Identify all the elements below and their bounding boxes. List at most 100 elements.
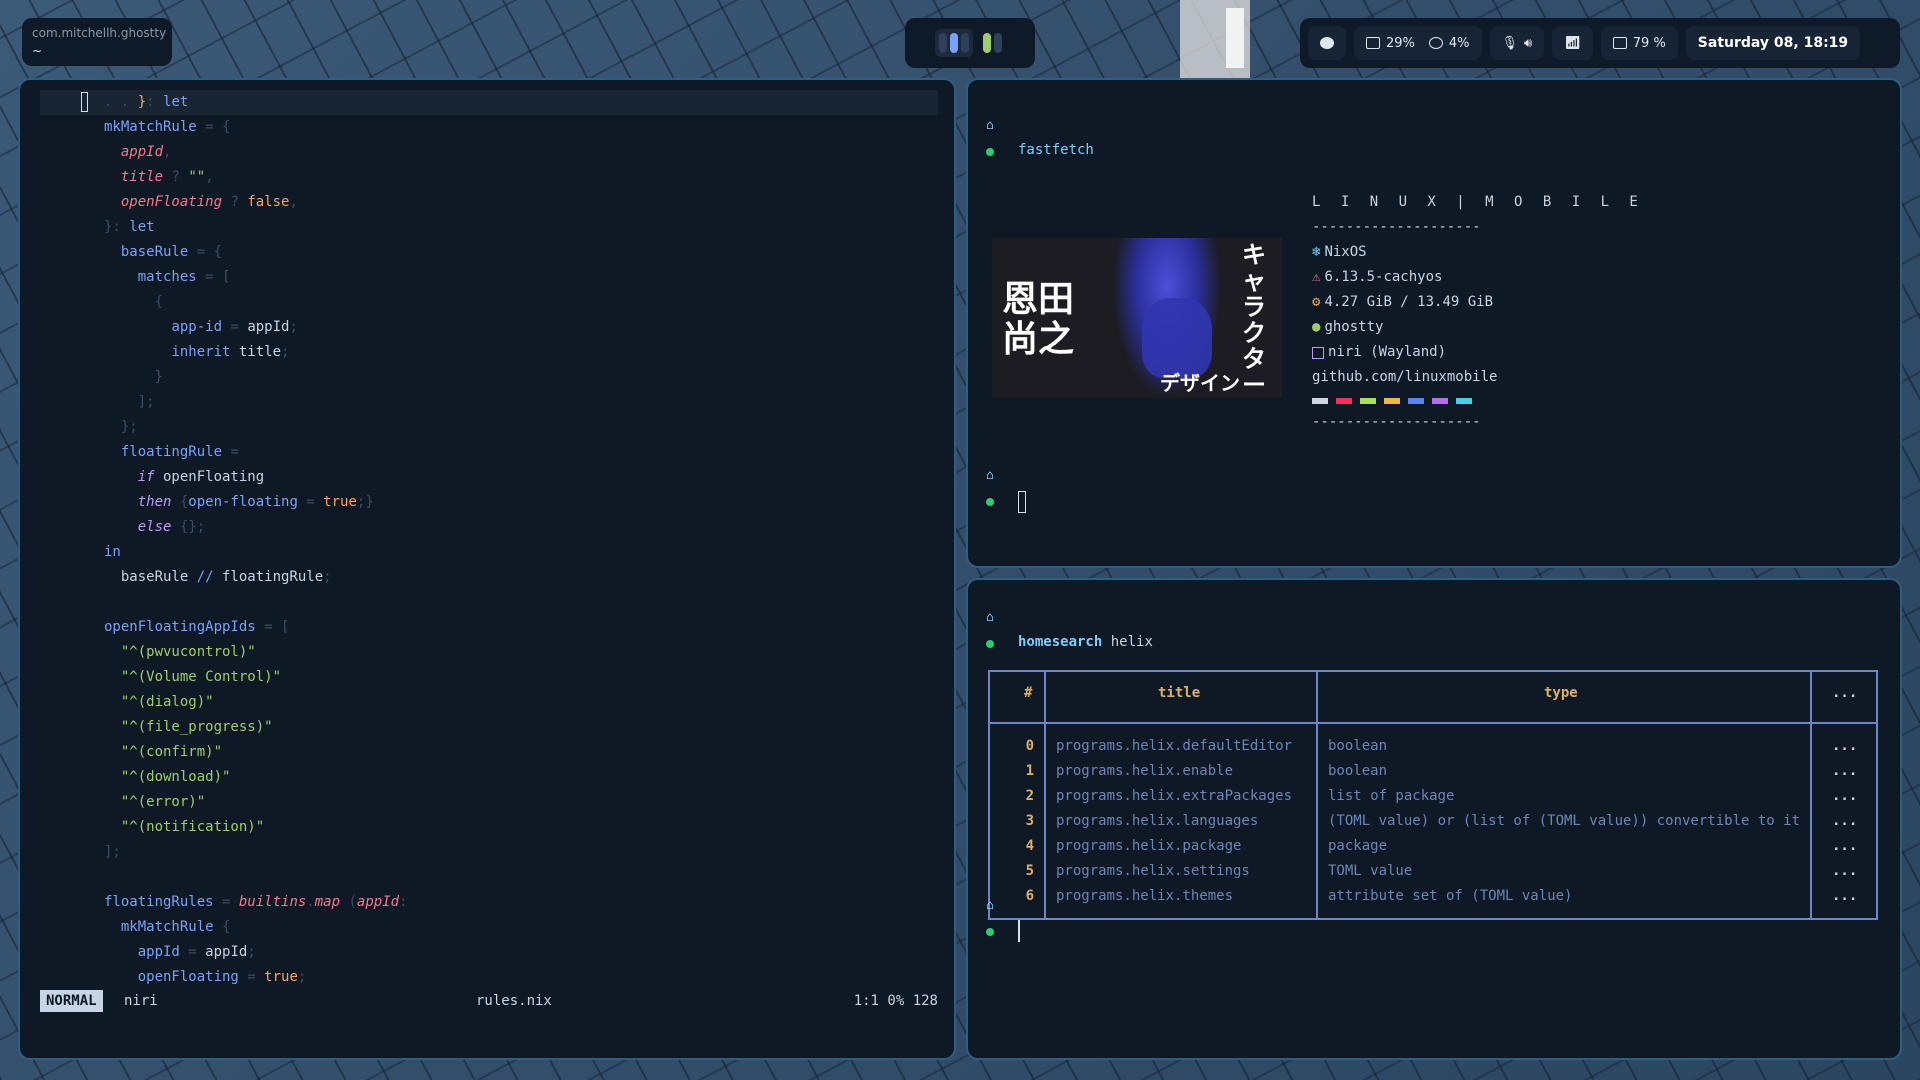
code-token: false <box>247 194 290 210</box>
workspace-window <box>993 33 1002 53</box>
code-line[interactable]: else {}; <box>40 515 938 540</box>
code-line[interactable]: "^(error)" <box>40 790 938 815</box>
network-segment[interactable]: 📶︎ <box>1552 26 1593 60</box>
table-row[interactable]: 1 programs.helix.enable boolean... <box>990 759 1876 784</box>
column-header-type: type <box>1544 685 1578 701</box>
info-terminal: ● ghostty <box>1312 315 1644 340</box>
code-line[interactable]: openFloating ? false, <box>40 190 938 215</box>
mic-muted-icon[interactable]: 🎙︎ <box>1502 36 1519 51</box>
code-line[interactable]: in <box>40 540 938 565</box>
code-line[interactable]: }; <box>40 415 938 440</box>
helix-editor-window[interactable]: . . }: let mkMatchRule = { appId, title ?… <box>18 78 956 1060</box>
code-token: ; <box>281 344 290 360</box>
code-line[interactable]: "^(notification)" <box>40 815 938 840</box>
code-line[interactable]: }: let <box>40 215 938 240</box>
row-title: programs.helix.settings <box>1056 863 1250 879</box>
row-more: ... <box>1832 888 1858 904</box>
clock[interactable]: Saturday 08, 18:19 <box>1685 26 1861 60</box>
workspace-1[interactable] <box>934 29 973 57</box>
code-token: "^(error)" <box>120 794 206 810</box>
code-line[interactable]: mkMatchRule = { <box>40 115 938 140</box>
code-line[interactable]: appId, <box>40 140 938 165</box>
code-line[interactable] <box>40 590 938 615</box>
terminal-fastfetch-window[interactable]: ⌂ fastfetch 恩田尚之 キャラクター デザイン L I N U X |… <box>966 78 1902 568</box>
code-token: open-floating <box>188 494 298 510</box>
row-more: ... <box>1832 863 1858 879</box>
code-line[interactable]: baseRule = { <box>40 240 938 265</box>
fastfetch-logo-image: 恩田尚之 キャラクター デザイン <box>992 238 1282 398</box>
code-line[interactable]: } <box>40 365 938 390</box>
battery-level: 79 % <box>1632 35 1666 51</box>
github-segment[interactable] <box>1308 26 1346 60</box>
code-line[interactable]: title ? "", <box>40 165 938 190</box>
code-line[interactable]: floatingRule = <box>40 440 938 465</box>
github-icon[interactable] <box>1320 37 1334 49</box>
code-buffer[interactable]: . . }: let mkMatchRule = { appId, title ?… <box>40 90 938 990</box>
prompt-home-icon: ⌂ <box>986 898 994 913</box>
workspace-window <box>960 33 969 53</box>
table-row[interactable]: 0 programs.helix.defaultEditor boolean... <box>990 734 1876 759</box>
battery-segment[interactable]: 79 % <box>1600 26 1678 60</box>
code-line[interactable]: "^(Volume Control)" <box>40 665 938 690</box>
table-row[interactable]: 5 programs.helix.settings TOML value... <box>990 859 1876 884</box>
terminal-cursor <box>1018 491 1026 513</box>
row-type: list of package <box>1328 788 1455 804</box>
palette-swatch <box>1360 398 1376 404</box>
code-line[interactable] <box>40 865 938 890</box>
table-row[interactable]: 3 programs.helix.languages (TOML value) or… <box>990 809 1876 834</box>
workspace-2[interactable] <box>979 29 1006 57</box>
code-line[interactable]: baseRule // floatingRule; <box>40 565 938 590</box>
volume-icon[interactable]: 🔊︎ <box>1524 36 1532 51</box>
code-token: mkMatchRule <box>120 919 214 935</box>
code-token: { <box>171 494 189 510</box>
code-token: "^(dialog)" <box>120 694 214 710</box>
code-line[interactable]: openFloating = true; <box>40 965 938 990</box>
code-line[interactable]: "^(file_progress)" <box>40 715 938 740</box>
code-line[interactable]: then {open-floating = true;} <box>40 490 938 515</box>
code-line[interactable]: app-id = appId; <box>40 315 938 340</box>
code-line[interactable]: "^(download)" <box>40 765 938 790</box>
workspace-indicator[interactable] <box>905 18 1035 68</box>
terminal-homesearch-window[interactable]: ⌂ homesearch helix # title type ... 0 pro… <box>966 578 1902 1060</box>
focused-window-title[interactable]: com.mitchellh.ghostty ~ <box>22 18 172 66</box>
code-line[interactable]: inherit title; <box>40 340 938 365</box>
code-line[interactable]: { <box>40 290 938 315</box>
monitor-icon <box>1366 37 1380 49</box>
code-token: = [ <box>255 619 290 635</box>
row-more: ... <box>1832 738 1858 754</box>
terminal-value: ghostty <box>1324 319 1384 335</box>
table-row[interactable]: 4 programs.helix.package package... <box>990 834 1876 859</box>
row-type: boolean <box>1328 738 1388 754</box>
wifi-icon[interactable]: 📶︎ <box>1564 36 1581 51</box>
code-line[interactable]: openFloatingAppIds = [ <box>40 615 938 640</box>
code-line[interactable]: . . }: let <box>40 90 938 115</box>
row-index: 1 <box>1025 763 1034 779</box>
code-line[interactable]: ]; <box>40 840 938 865</box>
code-line[interactable]: appId = appId; <box>40 940 938 965</box>
os-value: NixOS <box>1324 244 1367 260</box>
code-line[interactable]: ]; <box>40 390 938 415</box>
code-line[interactable]: mkMatchRule { <box>40 915 938 940</box>
table-row[interactable]: 6 programs.helix.themes attribute set of (… <box>990 884 1876 909</box>
table-row[interactable]: 2 programs.helix.extraPackages list of pac… <box>990 784 1876 809</box>
code-line[interactable]: "^(confirm)" <box>40 740 938 765</box>
code-line[interactable]: floatingRules = builtins.map (appId: <box>40 890 938 915</box>
audio-segment[interactable]: 🎙︎ 🔊︎ <box>1489 26 1545 60</box>
system-usage-segment[interactable]: 29% 4% <box>1354 26 1482 60</box>
code-token: { <box>213 919 231 935</box>
code-token: ]; <box>104 394 155 410</box>
code-line[interactable]: if openFloating <box>40 465 938 490</box>
logo-text-bottom: デザイン <box>1160 371 1240 395</box>
code-line[interactable]: "^(pwvucontrol)" <box>40 640 938 665</box>
code-line[interactable]: matches = [ <box>40 265 938 290</box>
info-separator-bottom: -------------------- <box>1312 414 1481 430</box>
row-index: 6 <box>1025 888 1034 904</box>
code-token: ; <box>247 944 256 960</box>
palette-swatch <box>1408 398 1424 404</box>
code-line[interactable]: "^(dialog)" <box>40 690 938 715</box>
